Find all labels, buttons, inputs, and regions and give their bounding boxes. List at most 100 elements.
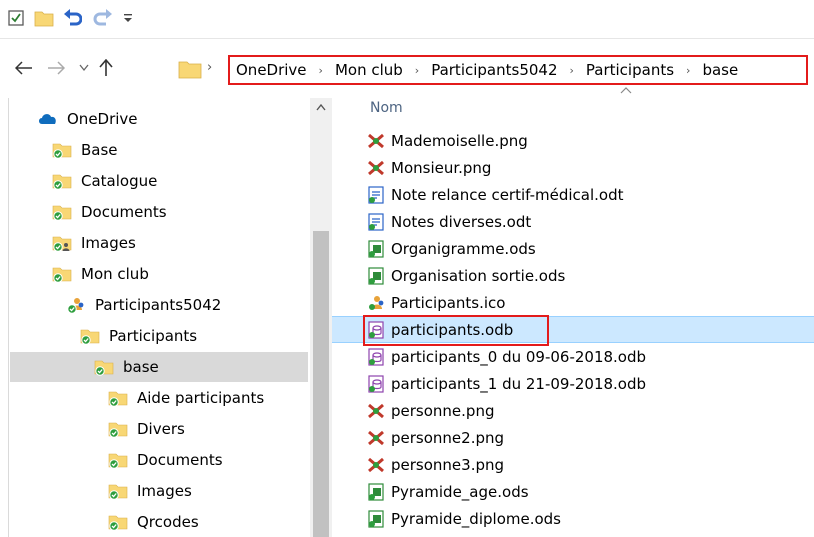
breadcrumb-mon-club[interactable]: Mon club — [335, 61, 403, 79]
file-name: personne2.png — [391, 428, 505, 447]
ods-spreadsheet-icon — [367, 482, 385, 501]
png-image-icon — [367, 402, 385, 420]
forward-arrow-icon[interactable] — [44, 56, 68, 80]
file-list: Nom Mademoiselle.png Monsieur.png Note r… — [332, 80, 814, 537]
odt-document-icon — [367, 212, 385, 231]
synced-folder-icon — [108, 515, 128, 531]
new-folder-icon[interactable] — [34, 8, 54, 28]
tree-item-documents[interactable]: Documents — [52, 197, 308, 227]
tree-item-qrcodes[interactable]: Qrcodes — [108, 507, 308, 537]
file-name: Note relance certif-médical.odt — [391, 185, 624, 204]
tree-item-base[interactable]: Base — [52, 135, 308, 165]
ods-spreadsheet-icon — [367, 266, 385, 285]
file-row[interactable]: Participants.ico — [332, 289, 814, 316]
synced-folder-icon — [108, 422, 128, 438]
file-row[interactable]: Organisation sortie.ods — [332, 262, 814, 289]
tree-item-images-sub[interactable]: Images — [108, 476, 308, 506]
breadcrumb-chevron-icon[interactable]: › — [686, 64, 690, 77]
back-arrow-icon[interactable] — [12, 56, 36, 80]
file-name: participants.odb — [391, 320, 514, 339]
tree-item-label: Images — [137, 482, 192, 500]
file-name: Participants.ico — [391, 293, 506, 312]
breadcrumb-base[interactable]: base — [702, 61, 738, 79]
tree-item-label: Catalogue — [81, 172, 158, 190]
redo-icon[interactable] — [92, 8, 112, 28]
odt-document-icon — [367, 185, 385, 204]
properties-checkbox-icon[interactable] — [6, 8, 26, 28]
synced-folder-icon — [108, 391, 128, 407]
recent-locations-chevron-icon[interactable] — [72, 56, 96, 80]
file-row-selected[interactable]: participants.odb — [332, 316, 814, 343]
odb-database-icon — [367, 320, 385, 339]
synced-folder-icon — [52, 174, 72, 190]
ods-spreadsheet-icon — [367, 509, 385, 528]
synced-folder-icon — [52, 205, 72, 221]
tree-item-mon-club[interactable]: Mon club — [52, 259, 308, 289]
file-name: Mademoiselle.png — [391, 131, 528, 150]
file-row[interactable]: Monsieur.png — [332, 154, 814, 181]
breadcrumb-participants5042[interactable]: Participants5042 — [431, 61, 557, 79]
tree-item-participants[interactable]: Participants — [80, 321, 308, 351]
odb-database-icon — [367, 374, 385, 393]
tree-item-onedrive[interactable]: OneDrive — [38, 104, 308, 134]
sort-ascending-icon — [620, 84, 632, 97]
file-row[interactable]: participants_0 du 09-06-2018.odb — [332, 343, 814, 370]
scrollbar-thumb[interactable] — [313, 231, 329, 537]
breadcrumb-participants[interactable]: Participants — [586, 61, 674, 79]
tree-item-label: base — [123, 358, 159, 376]
tree-item-participants5042[interactable]: Participants5042 — [66, 290, 308, 320]
synced-folder-icon — [94, 360, 114, 376]
tree-item-divers[interactable]: Divers — [108, 414, 308, 444]
quick-access-toolbar — [0, 0, 814, 38]
tree-item-catalogue[interactable]: Catalogue — [52, 166, 308, 196]
file-row[interactable]: Pyramide_age.ods — [332, 478, 814, 505]
address-chevron-icon[interactable]: › — [207, 60, 212, 75]
file-row[interactable]: Note relance certif-médical.odt — [332, 181, 814, 208]
tree-item-label: Participants5042 — [95, 296, 222, 314]
tree-item-images[interactable]: Images — [52, 228, 308, 258]
tree-item-aide-participants[interactable]: Aide participants — [108, 383, 308, 413]
file-name: Organisation sortie.ods — [391, 266, 566, 285]
tree-item-label: Divers — [137, 420, 185, 438]
odb-database-icon — [367, 347, 385, 366]
navigation-pane-scrollbar[interactable] — [310, 98, 332, 537]
file-name: personne.png — [391, 401, 495, 420]
breadcrumb-onedrive[interactable]: OneDrive — [236, 61, 307, 79]
undo-icon[interactable] — [62, 8, 82, 28]
png-image-icon — [367, 456, 385, 474]
png-image-icon — [367, 159, 385, 177]
address-folder-icon — [178, 58, 202, 80]
file-row[interactable]: personne2.png — [332, 424, 814, 451]
ods-spreadsheet-icon — [367, 239, 385, 258]
breadcrumb-chevron-icon[interactable]: › — [319, 64, 323, 77]
file-name: Pyramide_age.ods — [391, 482, 529, 501]
file-row[interactable]: Mademoiselle.png — [332, 127, 814, 154]
file-row[interactable]: participants_1 du 21-09-2018.odb — [332, 370, 814, 397]
toolbar-divider — [0, 38, 814, 39]
breadcrumb-chevron-icon[interactable]: › — [570, 64, 574, 77]
file-row[interactable]: personne.png — [332, 397, 814, 424]
synced-folder-icon — [108, 484, 128, 500]
file-row[interactable]: Notes diverses.odt — [332, 208, 814, 235]
customize-toolbar-icon[interactable] — [118, 8, 138, 28]
breadcrumb-chevron-icon[interactable]: › — [415, 64, 419, 77]
file-name: Monsieur.png — [391, 158, 492, 177]
tree-item-label: Qrcodes — [137, 513, 199, 531]
synced-folder-icon — [80, 329, 100, 345]
synced-folder-icon — [52, 143, 72, 159]
column-header-name[interactable]: Nom — [370, 100, 403, 116]
file-name: personne3.png — [391, 455, 505, 474]
file-row[interactable]: Organigramme.ods — [332, 235, 814, 262]
file-row[interactable]: personne3.png — [332, 451, 814, 478]
tree-item-label: Images — [81, 234, 136, 252]
up-arrow-icon[interactable] — [94, 56, 118, 80]
tree-item-documents-sub[interactable]: Documents — [108, 445, 308, 475]
file-row[interactable]: Pyramide_diplome.ods — [332, 505, 814, 532]
tree-item-label: Documents — [137, 451, 223, 469]
ico-file-icon — [367, 294, 385, 312]
file-name: Notes diverses.odt — [391, 212, 532, 231]
synced-folder-icon — [108, 453, 128, 469]
tree-item-label: Base — [81, 141, 118, 159]
scroll-up-arrow-icon[interactable] — [310, 98, 332, 116]
tree-item-base-selected[interactable]: base — [10, 352, 308, 382]
